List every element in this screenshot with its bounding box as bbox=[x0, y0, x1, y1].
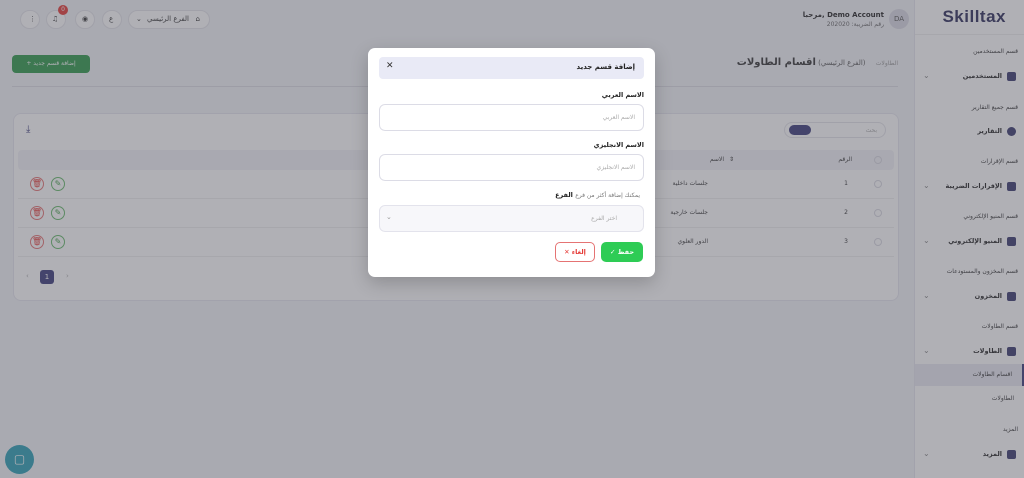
branch-select-placeholder: اختر الفرع bbox=[591, 215, 617, 222]
english-name-input[interactable] bbox=[379, 154, 644, 181]
branch-select[interactable]: اختر الفرع ⌄ bbox=[379, 205, 644, 232]
close-icon: ✕ bbox=[564, 248, 570, 256]
cancel-button-label: إلغاء bbox=[571, 248, 586, 256]
close-icon[interactable]: ✕ bbox=[386, 61, 394, 71]
english-name-label: الاسم الانجليزي bbox=[593, 141, 644, 149]
save-button[interactable]: ✓ حفظ bbox=[601, 242, 643, 262]
chevron-down-icon: ⌄ bbox=[386, 213, 392, 221]
add-section-modal: إضافة قسم جديد ✕ الاسم العربي الاسم الان… bbox=[368, 48, 655, 277]
save-button-label: حفظ bbox=[617, 248, 635, 256]
branch-hint: يمكنك إضافة أكثر من فرع bbox=[575, 192, 640, 199]
modal-title: إضافة قسم جديد bbox=[576, 63, 635, 71]
arabic-name-input[interactable] bbox=[379, 104, 644, 131]
cancel-button[interactable]: ✕ إلغاء bbox=[555, 242, 595, 262]
modal-header: إضافة قسم جديد ✕ bbox=[379, 57, 644, 79]
branch-label: الفرع bbox=[555, 191, 573, 199]
check-icon: ✓ bbox=[609, 248, 616, 256]
arabic-name-label: الاسم العربي bbox=[601, 91, 644, 99]
branch-label-row: يمكنك إضافة أكثر من فرع الفرع bbox=[555, 191, 644, 199]
